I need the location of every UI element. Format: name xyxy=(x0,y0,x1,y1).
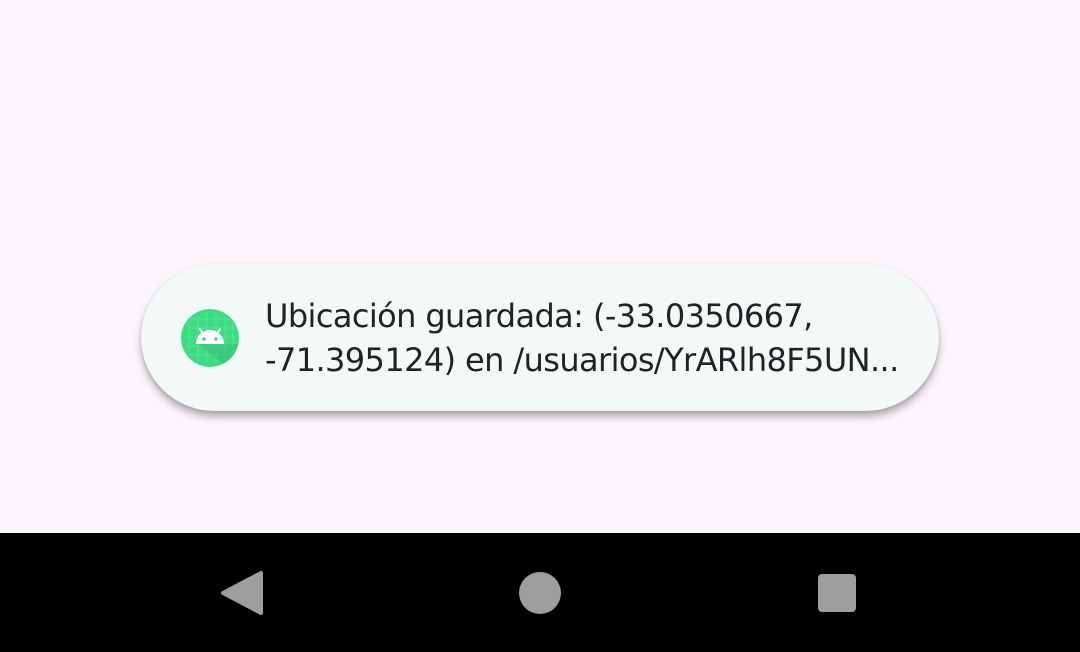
recents-square-icon[interactable] xyxy=(817,573,857,613)
toast-message: Ubicación guardada: (-33.0350667, -71.39… xyxy=(265,294,915,382)
home-circle-icon[interactable] xyxy=(518,571,562,615)
app-screen: Ubicación guardada: (-33.0350667, -71.39… xyxy=(0,0,1080,533)
system-navigation-bar xyxy=(0,533,1080,652)
toast-message-line-2: -71.395124) en /usuarios/YrARlh8F5UN... xyxy=(265,341,899,379)
back-triangle-icon[interactable] xyxy=(218,570,264,616)
toast-notification: Ubicación guardada: (-33.0350667, -71.39… xyxy=(141,264,939,411)
android-app-icon xyxy=(181,309,239,367)
toast-message-line-1: Ubicación guardada: (-33.0350667, xyxy=(265,297,813,335)
